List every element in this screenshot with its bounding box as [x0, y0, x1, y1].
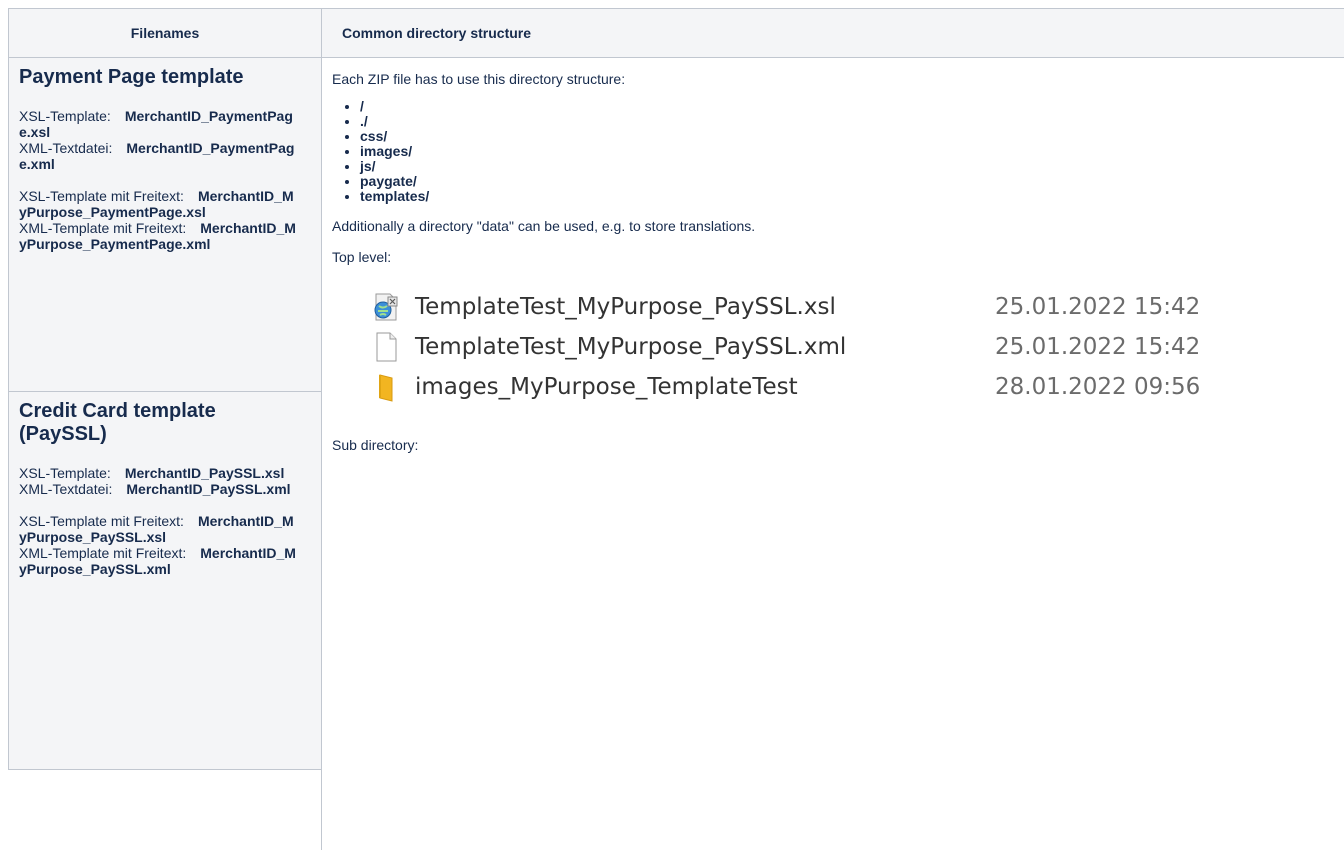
- payment-xsl-freitext-key: XSL-Template mit Freitext:: [19, 188, 184, 204]
- payment-xsl-row: XSL-Template: MerchantID_PaymentPage.xsl: [19, 108, 297, 140]
- additional-note: Additionally a directory "data" can be u…: [332, 218, 756, 234]
- file-name: TemplateTest_MyPurpose_PaySSL.xml: [415, 334, 847, 360]
- header-filenames: Filenames: [8, 8, 322, 58]
- dir-item-js: js/: [360, 159, 1344, 174]
- credit-xml-freitext-row: XML-Template mit Freitext: MerchantID_MyP…: [19, 545, 297, 577]
- directory-list: / ./ css/ images/ js/ paygate/ templates…: [332, 99, 1344, 204]
- blank-file-icon: [369, 331, 403, 363]
- file-date: 25.01.2022 15:42: [995, 334, 1201, 360]
- directory-structure-cell: Each ZIP file has to use this directory …: [321, 58, 1344, 850]
- payment-xsl-key: XSL-Template:: [19, 108, 111, 124]
- sub-directory-label: Sub directory:: [332, 437, 419, 453]
- payment-xsl-freitext-row: XSL-Template mit Freitext: MerchantID_MyP…: [19, 188, 297, 220]
- credit-xml-value: MerchantID_PaySSL.xml: [126, 481, 291, 497]
- file-row-xsl: TemplateTest_MyPurpose_PaySSL.xsl 25.01.…: [369, 287, 1249, 327]
- header-directory-label: Common directory structure: [342, 25, 532, 41]
- credit-xml-row: XML-Textdatei: MerchantID_PaySSL.xml: [19, 481, 297, 497]
- payment-page-cell: Payment Page template XSL-Template: Merch…: [8, 58, 322, 392]
- filenames-table: Filenames Common directory structure Pay…: [8, 8, 1344, 850]
- dir-item-templates: templates/: [360, 189, 1344, 204]
- file-date: 25.01.2022 15:42: [995, 294, 1201, 320]
- file-listing-image: TemplateTest_MyPurpose_PaySSL.xsl 25.01.…: [369, 287, 1249, 407]
- dir-item-current: ./: [360, 114, 1344, 129]
- credit-xsl-row: XSL-Template: MerchantID_PaySSL.xsl: [19, 465, 297, 481]
- credit-card-cell: Credit Card template (PaySSL) XSL-Templa…: [8, 392, 322, 770]
- file-date: 28.01.2022 09:56: [995, 374, 1201, 400]
- payment-xml-key: XML-Textdatei:: [19, 140, 113, 156]
- dir-item-root: /: [360, 99, 1344, 114]
- credit-xml-freitext-key: XML-Template mit Freitext:: [19, 545, 187, 561]
- credit-xsl-freitext-row: XSL-Template mit Freitext: MerchantID_MyP…: [19, 513, 297, 545]
- credit-xsl-key: XSL-Template:: [19, 465, 111, 481]
- credit-xsl-freitext-key: XSL-Template mit Freitext:: [19, 513, 184, 529]
- payment-xml-row: XML-Textdatei: MerchantID_PaymentPage.xml: [19, 140, 297, 172]
- credit-card-title: Credit Card template (PaySSL): [19, 400, 216, 445]
- folder-icon: [369, 371, 403, 403]
- file-row-folder: images_MyPurpose_TemplateTest 28.01.2022…: [369, 367, 1249, 407]
- file-name: TemplateTest_MyPurpose_PaySSL.xsl: [415, 294, 836, 320]
- credit-xsl-value: MerchantID_PaySSL.xsl: [124, 465, 285, 481]
- file-name: images_MyPurpose_TemplateTest: [415, 374, 798, 400]
- top-level-label: Top level:: [332, 249, 392, 265]
- structure-intro: Each ZIP file has to use this directory …: [332, 71, 626, 87]
- payment-xml-freitext-row: XML-Template mit Freitext: MerchantID_MyP…: [19, 220, 297, 252]
- credit-xml-key: XML-Textdatei:: [19, 481, 113, 497]
- dir-item-css: css/: [360, 129, 1344, 144]
- xsl-file-icon: [369, 291, 403, 323]
- header-filenames-label: Filenames: [130, 25, 200, 41]
- payment-page-title: Payment Page template: [19, 66, 244, 88]
- header-directory-structure: Common directory structure: [321, 8, 1344, 58]
- payment-xml-freitext-key: XML-Template mit Freitext:: [19, 220, 187, 236]
- dir-item-images: images/: [360, 144, 1344, 159]
- dir-item-paygate: paygate/: [360, 174, 1344, 189]
- file-row-xml: TemplateTest_MyPurpose_PaySSL.xml 25.01.…: [369, 327, 1249, 367]
